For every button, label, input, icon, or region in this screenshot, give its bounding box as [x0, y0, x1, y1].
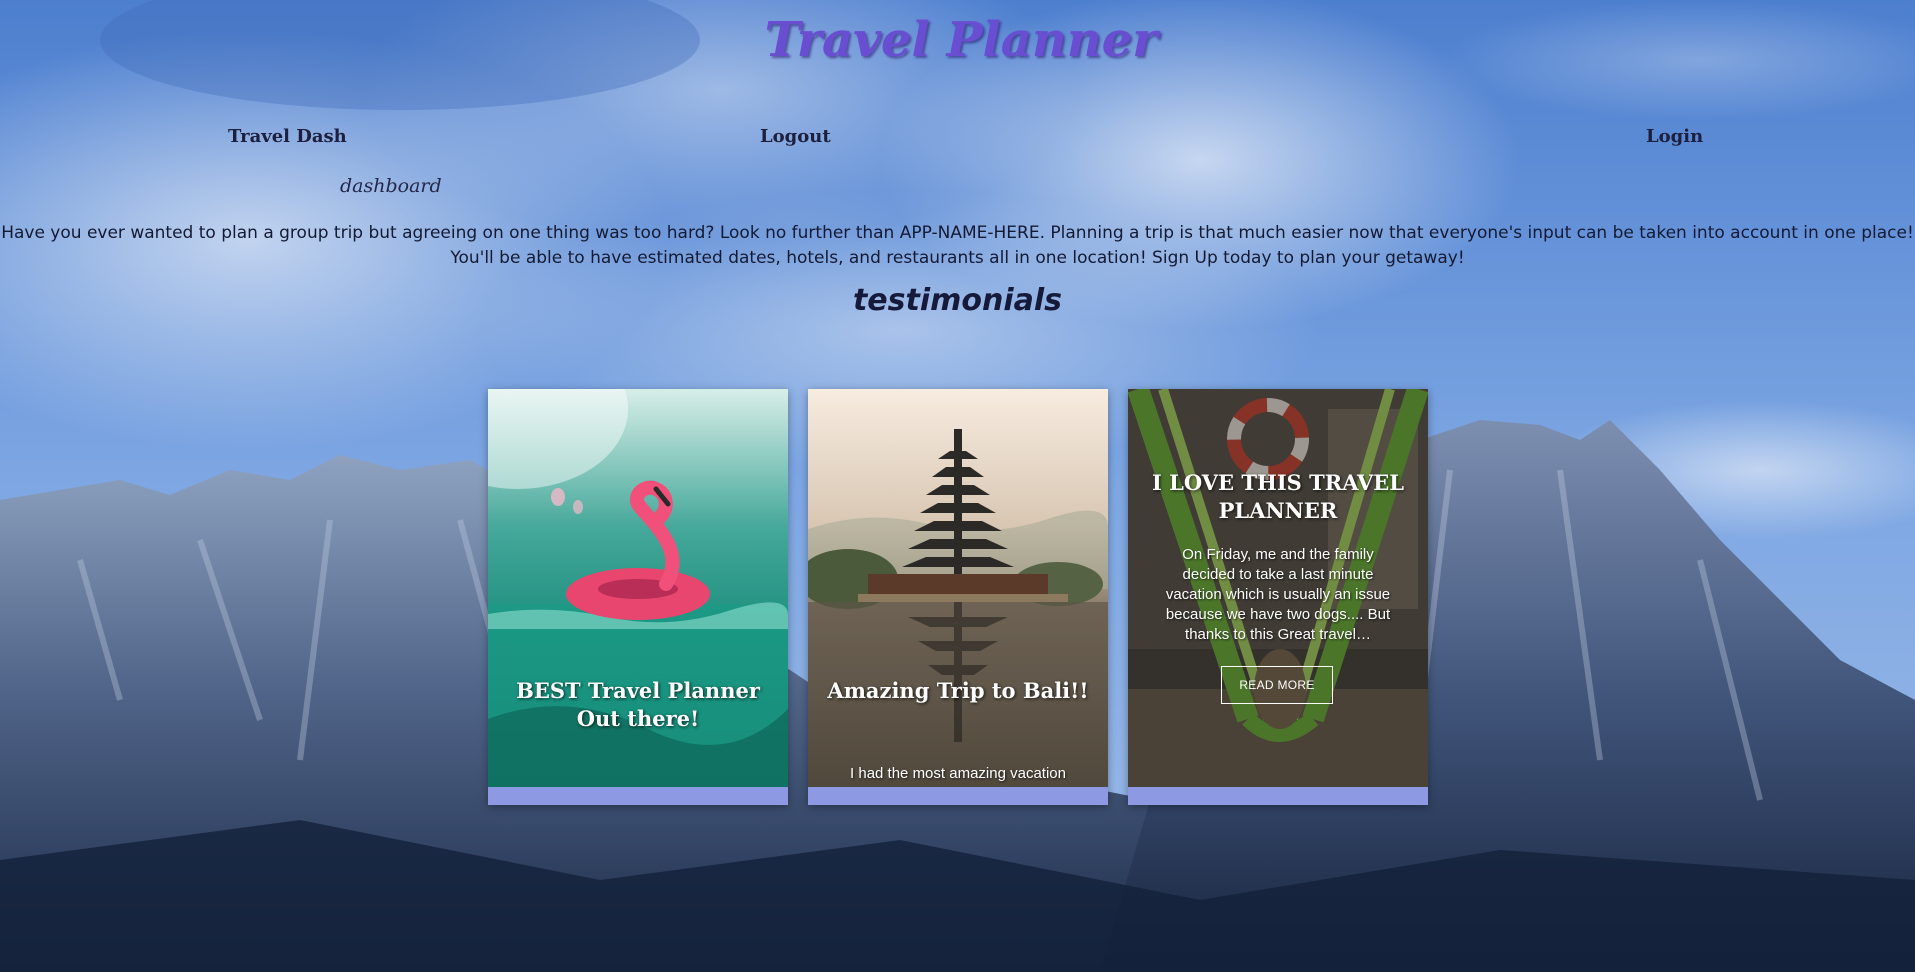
- nav-travel-dash-link[interactable]: Travel Dash: [228, 126, 347, 147]
- nav-logout-link[interactable]: Logout: [760, 126, 831, 147]
- testimonial-card[interactable]: I LOVE THIS TRAVEL PLANNER On Friday, me…: [1128, 389, 1428, 805]
- testimonial-card[interactable]: Amazing Trip to Bali!! I had the most am…: [808, 389, 1108, 805]
- nav-login-link[interactable]: Login: [1646, 126, 1703, 147]
- pagoda-lake-icon: [808, 389, 1108, 787]
- intro-paragraph: Have you ever wanted to plan a group tri…: [1, 223, 1914, 268]
- card-footer-bar: [1128, 787, 1428, 805]
- card-title: Amazing Trip to Bali!!: [827, 678, 1089, 703]
- card-snippet: On Friday, me and the family decided to …: [1165, 546, 1391, 643]
- card-title: BEST Travel Planner Out there!: [516, 678, 760, 731]
- dashboard-link[interactable]: dashboard: [340, 175, 442, 197]
- card-footer-bar: [808, 787, 1108, 805]
- testimonials-heading: testimonials: [852, 283, 1063, 318]
- card-snippet: I had the most amazing vacation: [850, 765, 1066, 782]
- card-title: I LOVE THIS TRAVEL PLANNER: [1151, 470, 1405, 523]
- page-title: Travel Planner: [764, 12, 1158, 68]
- read-more-button[interactable]: READ MORE: [1221, 666, 1333, 704]
- card-footer-bar: [488, 787, 788, 805]
- testimonial-card[interactable]: BEST Travel Planner Out there!: [488, 389, 788, 805]
